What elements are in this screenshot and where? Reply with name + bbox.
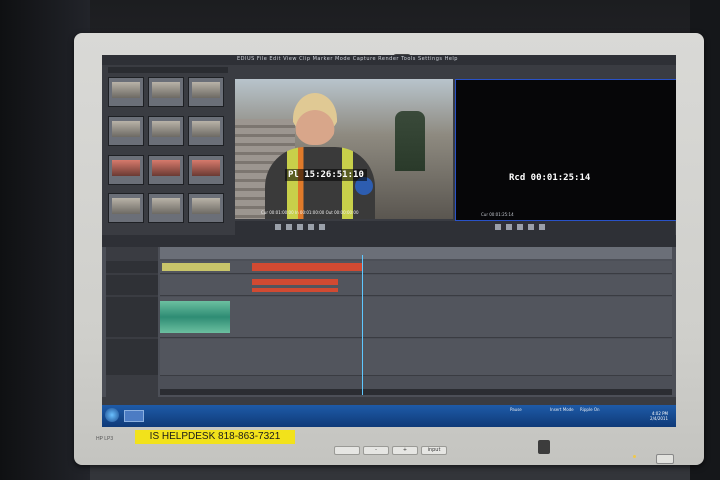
transport-controls — [235, 221, 675, 235]
bin-clip-selected[interactable] — [108, 154, 144, 185]
power-button[interactable] — [656, 454, 674, 464]
timeline-toolbar — [102, 235, 676, 247]
monitor-buttons: - + input — [334, 446, 447, 455]
timeline-track — [160, 297, 672, 338]
track-header-video[interactable] — [106, 261, 158, 273]
play-icon[interactable] — [297, 224, 303, 230]
monitor-screen: EDIUS File Edit View Clip Marker Mode Ca… — [102, 55, 676, 427]
monitor-button[interactable] — [334, 446, 360, 455]
track-header-audio[interactable] — [106, 297, 158, 337]
status-pause: Pause — [510, 407, 522, 412]
power-led — [633, 455, 636, 458]
fast-forward-icon[interactable] — [319, 224, 325, 230]
track-header-video-2[interactable] — [106, 275, 158, 295]
status-ripple: Ripple On — [580, 407, 600, 412]
monitor-sticker — [538, 440, 550, 454]
timeline-ruler[interactable] — [160, 247, 672, 259]
monitor-plus-button[interactable]: + — [392, 446, 418, 455]
recorder-timecode: Rcd 00:01:25:14 — [509, 173, 591, 183]
step-back-icon[interactable] — [286, 224, 292, 230]
play-icon[interactable] — [517, 224, 523, 230]
background-person — [395, 111, 425, 171]
step-back-icon[interactable] — [506, 224, 512, 230]
bin-clip[interactable] — [148, 193, 184, 224]
video-clip[interactable] — [162, 263, 230, 271]
bin-clip[interactable] — [188, 193, 224, 224]
bin-clip[interactable] — [188, 77, 224, 107]
monitor-input-button[interactable]: input — [421, 446, 447, 455]
recorder-footer: Cur 00:01:25:14 — [481, 212, 514, 217]
menu-bar: EDIUS File Edit View Clip Marker Mode Ca… — [102, 55, 676, 65]
start-button-icon[interactable] — [105, 408, 119, 422]
step-forward-icon[interactable] — [528, 224, 534, 230]
bin-clip[interactable] — [188, 115, 224, 146]
bin-clip[interactable] — [188, 154, 224, 185]
taskbar-clock[interactable]: 4:02 PM 2/4/2011 — [650, 411, 668, 421]
bin-clip[interactable] — [148, 115, 184, 146]
helpdesk-sticker: IS HELPDESK 818-863-7321 — [135, 430, 295, 444]
timeline-track — [160, 261, 672, 274]
track-headers — [106, 247, 158, 397]
video-clip-selected[interactable] — [252, 263, 362, 271]
player-transport — [275, 224, 325, 230]
taskbar-app[interactable] — [124, 410, 144, 422]
title-clip[interactable] — [252, 279, 338, 285]
timeline-track — [160, 275, 672, 296]
monitor-minus-button[interactable]: - — [363, 446, 389, 455]
audio-clip[interactable] — [160, 301, 230, 333]
fast-forward-icon[interactable] — [539, 224, 545, 230]
bin-clip[interactable] — [108, 115, 144, 146]
clock-date: 2/4/2011 — [650, 416, 668, 421]
menu-items[interactable]: EDIUS File Edit View Clip Marker Mode Ca… — [237, 56, 458, 62]
player-timecode: Pl 15:26:51:10 — [285, 169, 367, 181]
timeline-playhead[interactable] — [362, 255, 363, 395]
rewind-icon[interactable] — [275, 224, 281, 230]
windows-taskbar: Pause Insert Mode Ripple On 4:02 PM 2/4/… — [102, 405, 676, 427]
title-clip[interactable] — [252, 288, 338, 292]
recorder-transport — [495, 224, 545, 230]
bin-clip[interactable] — [108, 193, 144, 224]
timeline-panel — [102, 247, 676, 397]
bin-clip[interactable] — [108, 77, 144, 107]
bin-header — [108, 67, 228, 73]
status-insert-mode: Insert Mode — [550, 407, 574, 412]
bin-thumbnails — [108, 77, 226, 227]
rewind-icon[interactable] — [495, 224, 501, 230]
step-forward-icon[interactable] — [308, 224, 314, 230]
bin-clip[interactable] — [148, 77, 184, 107]
player-window: Pl 15:26:51:10 Cur 00:01:00:00 In 00:01:… — [235, 79, 453, 219]
bin-clip[interactable] — [148, 154, 184, 185]
timeline-scrollbar[interactable] — [160, 389, 672, 395]
model-label: HP LP3 — [96, 436, 114, 442]
timeline-track — [160, 339, 672, 376]
recorder-window: Rcd 00:01:25:14 Cur 00:01:25:14 — [455, 79, 676, 221]
player-footer: Cur 00:01:00:00 In 00:01:00:00 Out 00:00… — [261, 210, 359, 215]
track-header-audio-2[interactable] — [106, 339, 158, 375]
person-head — [293, 93, 337, 145]
